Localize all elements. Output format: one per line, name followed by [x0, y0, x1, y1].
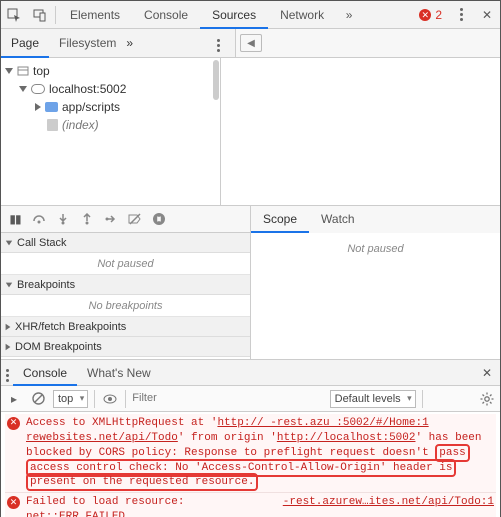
panel-dom-bp[interactable]: DOM Breakpoints	[1, 337, 250, 357]
more-tabs-icon[interactable]: »	[336, 1, 362, 29]
step-over-icon[interactable]	[31, 211, 47, 227]
tab-page[interactable]: Page	[1, 29, 49, 58]
source-editor[interactable]	[221, 58, 500, 205]
window-icon	[17, 65, 29, 77]
editor-toolbar: ◀	[236, 29, 500, 57]
pause-exceptions-icon[interactable]	[151, 211, 167, 227]
error-count: 2	[435, 8, 442, 22]
drawer-handle-icon[interactable]	[1, 366, 13, 380]
step-icon[interactable]	[103, 211, 119, 227]
cloud-icon	[31, 84, 45, 94]
step-into-icon[interactable]	[55, 211, 71, 227]
panel-callstack[interactable]: Call Stack	[1, 233, 250, 253]
navigator-tabs: Page Filesystem »	[1, 29, 236, 57]
breakpoints-empty: No breakpoints	[1, 295, 250, 317]
navigator-menu-icon[interactable]	[217, 36, 235, 50]
main-tabbar: Elements Console Sources Network » ✕ 2 ✕	[1, 1, 500, 29]
tree-top[interactable]: top	[5, 62, 216, 80]
tree-folder[interactable]: app/scripts	[35, 98, 216, 116]
tree-file[interactable]: (index)	[35, 116, 216, 134]
debug-panels: Call Stack Not paused Breakpoints No bre…	[1, 233, 500, 360]
clear-console-icon[interactable]	[29, 390, 47, 408]
console-error-load[interactable]: ✕ Failed to load resource: net::ERR_FAIL…	[5, 493, 496, 517]
close-devtools-icon[interactable]: ✕	[474, 1, 500, 29]
close-drawer-icon[interactable]: ✕	[474, 366, 500, 380]
show-navigator-icon[interactable]: ◀	[240, 34, 262, 52]
folder-icon	[45, 102, 58, 112]
deactivate-bp-icon[interactable]	[127, 211, 143, 227]
scrollbar[interactable]	[213, 60, 219, 100]
more-navigator-icon[interactable]: »	[126, 36, 148, 50]
callstack-empty: Not paused	[1, 253, 250, 275]
error-source-link[interactable]: -rest.azurew…ites.net/api/Todo:1	[283, 495, 494, 517]
tab-drawer-console[interactable]: Console	[13, 360, 77, 386]
inspect-icon[interactable]	[1, 1, 27, 29]
sidebar-toggle-icon[interactable]: ▸	[5, 390, 23, 408]
context-selector[interactable]: top	[53, 390, 88, 408]
console-body: ✕ Access to XMLHttpRequest at 'http:// -…	[1, 412, 500, 517]
file-tree-pane: top localhost:5002 app/scripts (index)	[1, 58, 221, 205]
error-count-pill[interactable]: ✕ 2	[413, 8, 448, 22]
tab-scope[interactable]: Scope	[251, 206, 309, 233]
sources-split: top localhost:5002 app/scripts (index)	[1, 58, 500, 206]
console-settings-icon[interactable]	[478, 390, 496, 408]
error-icon: ✕	[7, 417, 20, 430]
scope-empty: Not paused	[251, 233, 500, 359]
kebab-menu-icon[interactable]	[448, 1, 474, 29]
file-icon	[47, 119, 58, 131]
tab-watch[interactable]: Watch	[309, 206, 367, 233]
tab-filesystem[interactable]: Filesystem	[49, 29, 126, 58]
tab-sources[interactable]: Sources	[200, 1, 268, 29]
console-error-cors[interactable]: ✕ Access to XMLHttpRequest at 'http:// -…	[5, 414, 496, 493]
device-toggle-icon[interactable]	[27, 1, 53, 29]
console-filter-input[interactable]	[132, 390, 274, 408]
drawer: Console What's New ✕ ▸ top Default level…	[1, 360, 500, 517]
error-icon: ✕	[7, 496, 20, 509]
console-toolbar: ▸ top Default levels	[1, 386, 500, 412]
panel-breakpoints[interactable]: Breakpoints	[1, 275, 250, 295]
live-expression-icon[interactable]	[101, 390, 119, 408]
debugger-toolbar: ▮▮ Scope Watch	[1, 206, 500, 233]
tab-console[interactable]: Console	[132, 1, 200, 29]
error-dot-icon: ✕	[419, 9, 431, 21]
tab-elements[interactable]: Elements	[58, 1, 132, 29]
step-out-icon[interactable]	[79, 211, 95, 227]
panel-xhr-bp[interactable]: XHR/fetch Breakpoints	[1, 317, 250, 337]
log-level-selector[interactable]: Default levels	[330, 390, 416, 408]
tab-network[interactable]: Network	[268, 1, 336, 29]
pause-icon[interactable]: ▮▮	[7, 211, 23, 227]
tab-whats-new[interactable]: What's New	[77, 360, 161, 386]
tree-host[interactable]: localhost:5002	[19, 80, 216, 98]
sources-subnav: Page Filesystem » ◀	[1, 29, 500, 58]
